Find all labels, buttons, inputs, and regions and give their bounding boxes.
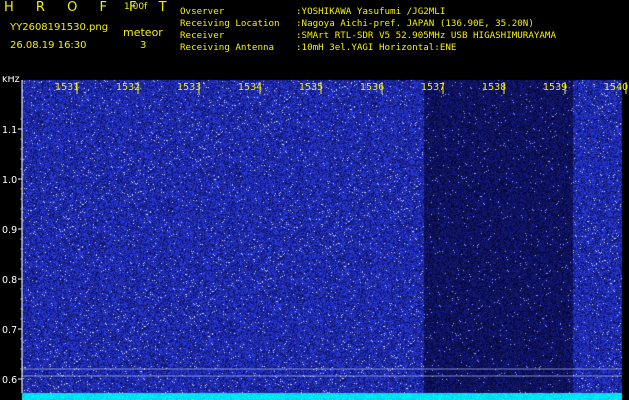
version-label: 1.00f <box>124 2 148 12</box>
info-row-location: Receiving Location :Nagoya Aichi-pref. JA… <box>180 18 534 29</box>
header-panel: H R O F F T 1.00f YY2608191530.png 26.08… <box>0 0 629 76</box>
info-row-observer: Ovserver :YOSHIKAWA Yasufumi /JG2MLI <box>180 6 445 17</box>
info-value: :SMArt RTL-SDR V5 52.905MHz USB HIGASHIM… <box>296 30 556 41</box>
info-value: :YOSHIKAWA Yasufumi /JG2MLI <box>296 6 446 17</box>
info-key: Receiver <box>180 30 225 41</box>
app-title: H R O F F T <box>4 0 176 15</box>
info-value: :10mH 3el.YAGI Horizontal:ENE <box>296 42 457 53</box>
filename-label: YY2608191530.png <box>10 22 109 33</box>
info-value: :Nagoya Aichi-pref. JAPAN (136.90E, 35.2… <box>296 18 534 29</box>
meteor-label: meteor <box>123 26 163 39</box>
datetime-label: 26.08.19 16:30 <box>10 40 87 51</box>
meteor-count: 3 <box>140 40 147 51</box>
info-key: Receiving Antenna <box>180 42 275 53</box>
spectrogram-canvas <box>0 76 629 400</box>
spectrogram-panel: kHz 1.1 1.0 0.9 0.8 0.7 0.6 1531 1532 1533 1534 153… <box>0 76 629 400</box>
info-key: Ovserver <box>180 6 225 17</box>
info-row-antenna: Receiving Antenna :10mH 3el.YAGI Horizont… <box>180 42 456 53</box>
info-key: Receiving Location <box>180 18 280 29</box>
info-row-receiver: Receiver :SMArt RTL-SDR V5 52.905MHz USB … <box>180 30 556 41</box>
